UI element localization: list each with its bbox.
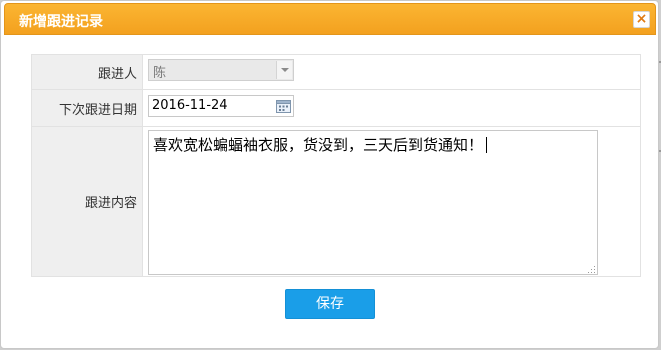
follower-select-value: 陈 [153,66,167,81]
calendar-icon[interactable] [276,99,291,113]
save-button[interactable]: 保存 [285,289,375,319]
next-date-input[interactable]: 2016-11-24 [148,95,294,117]
content-textarea[interactable]: 喜欢宽松蝙蝠袖衣服，货没到，三天后到货通知！ [148,130,598,275]
content-text: 喜欢宽松蝙蝠袖衣服，货没到，三天后到货通知！ [153,136,484,154]
form-row-follower: 跟进人 陈 [31,54,641,90]
resize-grip-icon[interactable] [588,265,596,273]
dialog-titlebar: 新增跟进记录 × [4,3,656,35]
follower-select[interactable]: 陈 [148,59,294,81]
form-row-next-date: 下次跟进日期 2016-11-24 [31,89,641,127]
next-date-label: 下次跟进日期 [31,89,143,127]
chevron-down-icon[interactable] [276,61,292,79]
form-row-content: 跟进内容 喜欢宽松蝙蝠袖衣服，货没到，三天后到货通知！ [31,126,641,277]
next-date-value: 2016-11-24 [152,98,228,113]
dialog-title: 新增跟进记录 [19,14,103,30]
follower-label: 跟进人 [31,54,143,90]
follow-up-form: 跟进人 陈 下次跟进日期 2016-11-24 跟进内容 喜欢宽松蝙蝠袖衣服，货… [31,54,641,277]
follow-up-dialog: 新增跟进记录 × 跟进人 陈 下次跟进日期 2016-11-24 跟进内容 喜欢… [0,0,659,349]
content-label: 跟进内容 [31,126,143,277]
text-caret [486,137,488,153]
close-button[interactable]: × [633,11,650,28]
close-icon: × [635,11,648,27]
